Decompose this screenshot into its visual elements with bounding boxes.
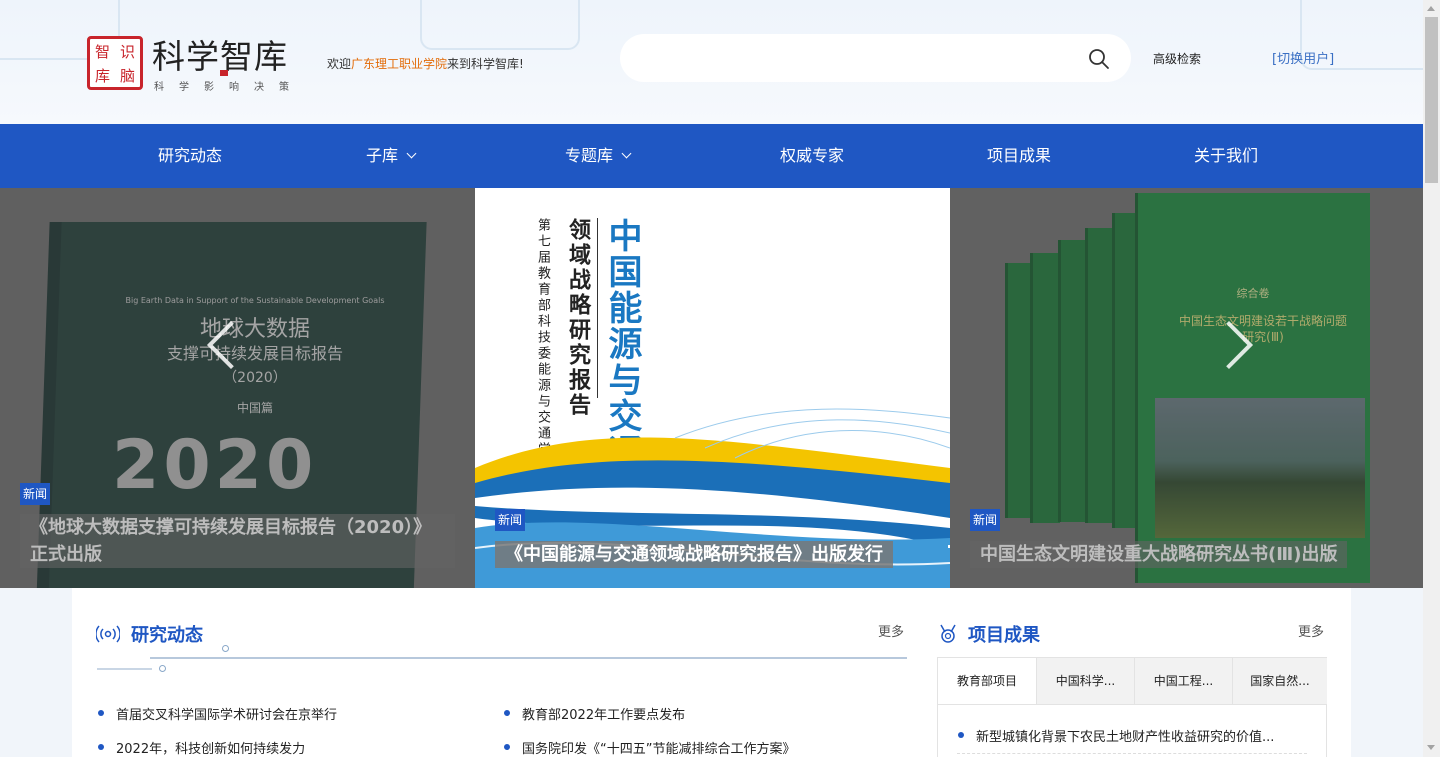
logo-subtitle: 科学影响决策 [154, 82, 304, 93]
logo-seal-char: 脑 [119, 66, 135, 85]
section-divider [97, 668, 152, 670]
research-panel [72, 588, 931, 757]
welcome-prefix: 欢迎 [327, 57, 352, 71]
cover-subtitle: 领域战略研究报告 [565, 218, 591, 418]
projects-tabs: 教育部项目 中国科学... 中国工程... 国家自然... [937, 657, 1327, 705]
scroll-down-icon[interactable] [1427, 745, 1435, 750]
logo-seal-char: 库 [94, 66, 110, 85]
scroll-up-icon[interactable] [1427, 6, 1435, 11]
slide-caption[interactable]: 《地球大数据支撑可持续发展目标报告（2020）》 正式出版 [20, 514, 455, 568]
nav-item-label: 项目成果 [987, 146, 1052, 165]
section-divider [150, 657, 907, 659]
carousel-slide[interactable]: 综合卷 中国生态文明建设若干战略问题研究(Ⅲ) 新闻 中国生态文明建设重大战略研… [950, 188, 1423, 588]
page-scrollbar[interactable] [1423, 0, 1440, 757]
research-section-title: 研究动态 [131, 625, 203, 646]
tab-cae[interactable]: 中国工程... [1134, 658, 1232, 704]
nav-item-experts[interactable]: 权威专家 [780, 124, 844, 188]
nav-item-label: 子库 [366, 146, 399, 165]
nav-item-sublibrary[interactable]: 子库 [366, 124, 417, 188]
news-tag: 新闻 [970, 509, 1001, 531]
news-tag: 新闻 [495, 509, 526, 531]
projects-more-link[interactable]: 更多 [1298, 621, 1324, 640]
slide-caption[interactable]: 《中国能源与交通领域战略研究报告》出版发行 [495, 541, 893, 568]
decoration-dot [222, 645, 229, 652]
nav-item-projects[interactable]: 项目成果 [987, 124, 1051, 188]
search-icon[interactable] [1088, 48, 1110, 70]
research-more-link[interactable]: 更多 [878, 621, 904, 640]
slide-caption[interactable]: 中国生态文明建设重大战略研究丛书(Ⅲ)出版 [970, 541, 1348, 568]
cover-rule [597, 218, 598, 398]
nav-item-label: 研究动态 [158, 146, 223, 165]
nav-item-label: 关于我们 [1194, 146, 1259, 165]
news-item[interactable]: 2022年，科技创新如何持续发力 [97, 738, 305, 757]
nav-item-topics[interactable]: 专题库 [565, 124, 632, 188]
scrollbar-thumb[interactable] [1425, 17, 1438, 183]
tab-moe-projects[interactable]: 教育部项目 [938, 658, 1036, 704]
slide-overlay [950, 188, 1423, 588]
tab-nsfc[interactable]: 国家自然... [1232, 658, 1327, 704]
carousel-slide[interactable]: Big Earth Data in Support of the Sustain… [0, 188, 475, 588]
decoration-dot [159, 665, 166, 672]
logo-seal-char: 识 [119, 42, 135, 61]
tab-cas[interactable]: 中国科学... [1036, 658, 1134, 704]
main-nav: 研究动态 子库 专题库 权威专家 项目成果 关于我们 [0, 124, 1423, 188]
medal-icon [940, 624, 956, 643]
header-decoration [420, 0, 580, 50]
logo-dot [220, 70, 228, 76]
chevron-down-icon [406, 148, 417, 159]
chevron-down-icon [621, 148, 632, 159]
nav-item-label: 专题库 [565, 146, 614, 165]
slide-caption-line: 正式出版 [30, 544, 102, 565]
welcome-suffix: 来到科学智库! [447, 57, 524, 71]
news-item[interactable]: 国务院印发《“十四五”节能减排综合工作方案》 [503, 738, 795, 757]
switch-user-link[interactable]: [切换用户] [1272, 48, 1334, 67]
site-header: 智 识 库 脑 科学智库 科学影响决策 欢迎广东理工职业学院来到科学智库! 高级… [0, 0, 1423, 124]
welcome-text: 欢迎广东理工职业学院来到科学智库! [327, 55, 524, 72]
broadcast-icon [96, 625, 120, 643]
logo-seal[interactable]: 智 识 库 脑 [87, 36, 143, 90]
school-name: 广东理工职业学院 [351, 57, 448, 71]
list-divider [957, 753, 1307, 754]
banner-carousel: Big Earth Data in Support of the Sustain… [0, 188, 1423, 588]
slide-caption-line: 《地球大数据支撑可持续发展目标报告（2020）》 [30, 517, 432, 538]
advanced-search-link[interactable]: 高级检索 [1153, 50, 1201, 67]
news-item[interactable]: 首届交叉科学国际学术研讨会在京举行 [97, 704, 337, 723]
nav-item-research[interactable]: 研究动态 [158, 124, 222, 188]
nav-item-about[interactable]: 关于我们 [1194, 124, 1258, 188]
nav-item-label: 权威专家 [780, 146, 845, 165]
news-item[interactable]: 教育部2022年工作要点发布 [503, 704, 685, 723]
search-input[interactable] [640, 44, 1070, 72]
projects-section-title: 项目成果 [968, 625, 1040, 646]
logo-seal-char: 智 [94, 42, 110, 61]
project-item[interactable]: 新型城镇化背景下农民土地财产性收益研究的价值... [957, 726, 1274, 745]
news-tag: 新闻 [20, 483, 51, 505]
